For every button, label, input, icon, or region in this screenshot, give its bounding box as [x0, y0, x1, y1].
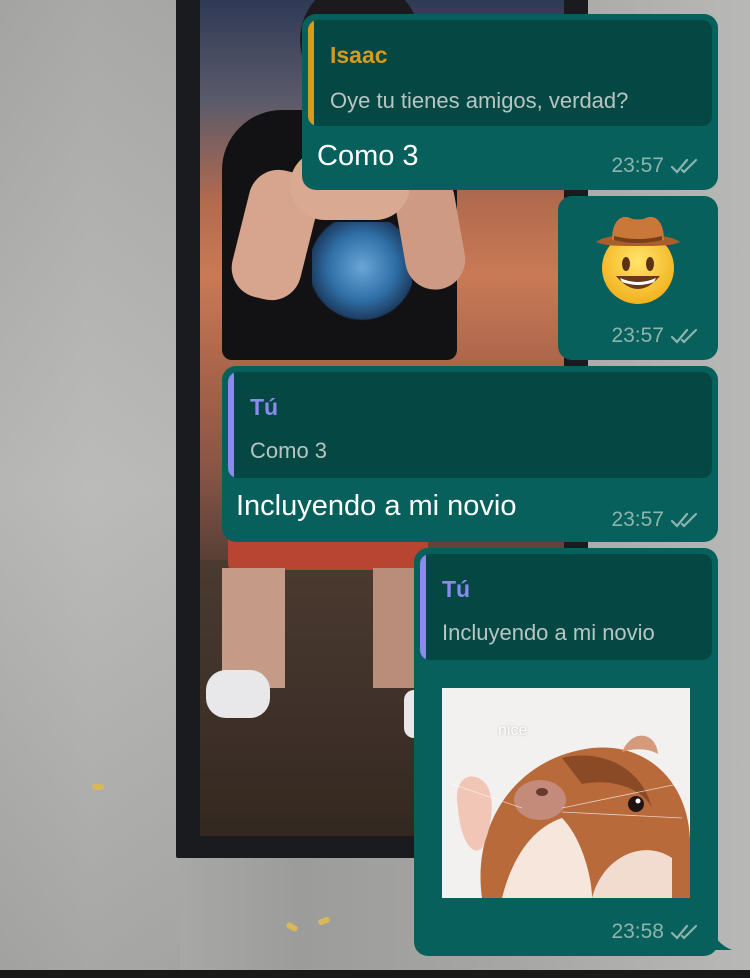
message-time: 23:58	[611, 920, 664, 943]
quote-accent-bar	[308, 20, 314, 126]
reply-quote[interactable]: Isaac Oye tu tienes amigos, verdad?	[308, 20, 712, 126]
message-bubble[interactable]: Tú Incluyendo a mi novio nice 23:58	[414, 548, 718, 956]
bottom-edge	[0, 970, 750, 978]
quote-accent-bar	[228, 372, 234, 478]
message-time: 23:57	[611, 508, 664, 531]
message-meta: 23:57	[611, 508, 704, 532]
message-bubble[interactable]: Isaac Oye tu tienes amigos, verdad? Como…	[302, 14, 718, 190]
double-check-icon	[670, 924, 698, 940]
reply-quote[interactable]: Tú Como 3	[228, 372, 712, 478]
double-check-icon	[670, 328, 698, 344]
message-time: 23:57	[611, 154, 664, 177]
message-text: Incluyendo a mi novio	[236, 490, 517, 522]
quote-text: Como 3	[250, 438, 328, 463]
quote-text: Oye tu tienes amigos, verdad?	[330, 88, 629, 113]
crumb	[317, 916, 331, 926]
sticker-caption: nice	[498, 722, 528, 739]
message-meta: 23:58	[611, 920, 704, 944]
hamster-sticker[interactable]: nice	[442, 688, 690, 898]
message-meta: 23:57	[611, 324, 704, 348]
message-bubble[interactable]: Tú Como 3 Incluyendo a mi novio 23:57	[222, 366, 718, 542]
hamster-image	[442, 688, 690, 898]
quote-author: Tú	[250, 394, 279, 420]
quote-author: Tú	[442, 576, 471, 602]
message-text: Como 3	[317, 140, 419, 172]
crumb	[285, 921, 299, 933]
bubble-tail	[712, 930, 732, 950]
crumb	[92, 784, 104, 790]
double-check-icon	[670, 158, 698, 174]
quote-author: Isaac	[330, 42, 388, 68]
message-meta: 23:57	[611, 154, 704, 178]
reply-quote[interactable]: Tú Incluyendo a mi novio	[420, 554, 712, 660]
shoe	[206, 670, 270, 718]
message-time: 23:57	[611, 324, 664, 347]
quote-text: Incluyendo a mi novio	[442, 620, 655, 645]
double-check-icon	[670, 512, 698, 528]
quote-accent-bar	[420, 554, 426, 660]
shirt-print	[312, 222, 412, 322]
wall	[0, 0, 180, 978]
cowboy-hat-face-emoji	[596, 216, 680, 304]
message-bubble[interactable]: 23:57	[558, 196, 718, 360]
